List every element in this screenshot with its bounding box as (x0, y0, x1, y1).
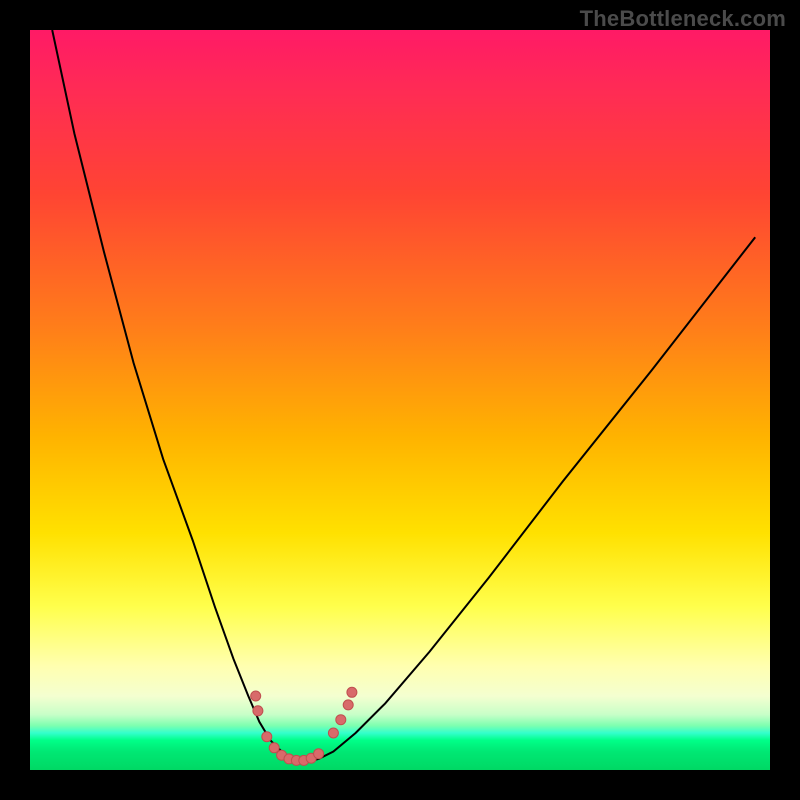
marker-dot (314, 749, 324, 759)
marker-dot (343, 700, 353, 710)
chart-svg (30, 30, 770, 770)
marker-dot (262, 732, 272, 742)
outer-black-frame: TheBottleneck.com (0, 0, 800, 800)
marker-dot (269, 743, 279, 753)
marker-dot (347, 687, 357, 697)
marker-dot (251, 691, 261, 701)
curve-left-branch (52, 30, 304, 763)
curve-right-branch (304, 237, 755, 762)
marker-cluster (251, 687, 357, 765)
marker-dot (253, 706, 263, 716)
marker-dot (336, 715, 346, 725)
plot-area (30, 30, 770, 770)
watermark-text: TheBottleneck.com (580, 6, 786, 32)
marker-dot (328, 728, 338, 738)
